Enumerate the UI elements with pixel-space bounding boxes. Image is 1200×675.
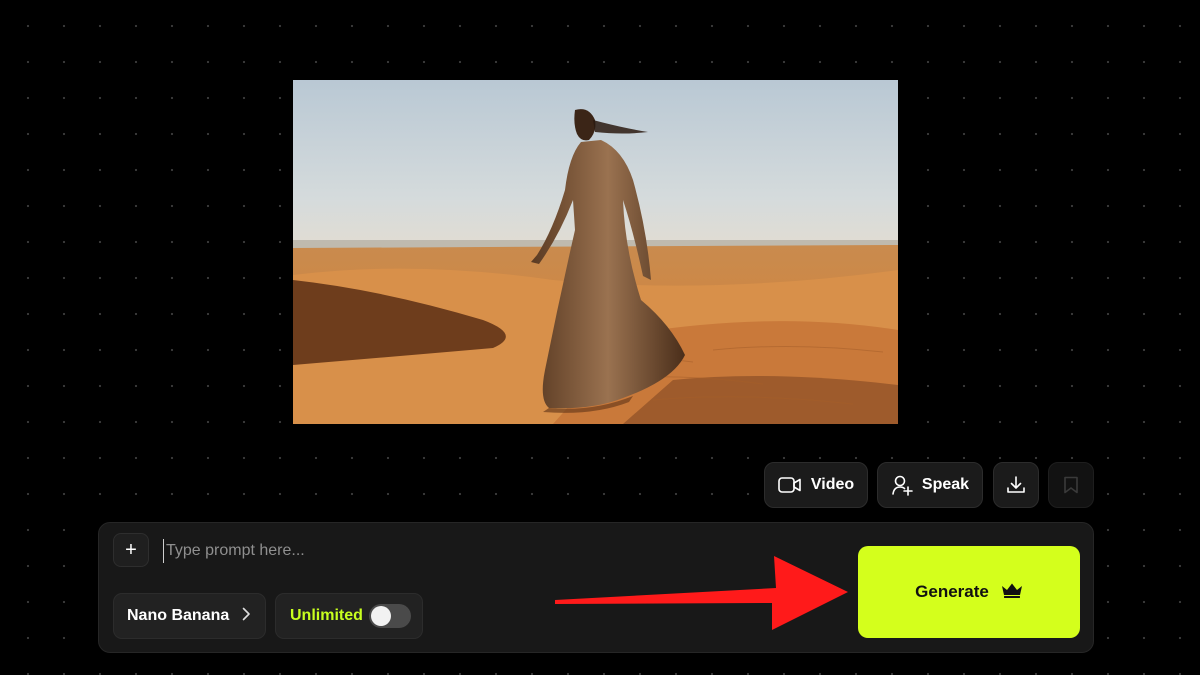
prompt-panel: + Nano Banana Unlimited Generate: [98, 522, 1094, 653]
chevron-right-icon: [241, 607, 251, 626]
user-sparkle-icon: [891, 474, 913, 496]
add-attachment-button[interactable]: +: [113, 533, 149, 567]
bookmark-button[interactable]: [1048, 462, 1094, 508]
download-icon: [1006, 475, 1026, 495]
model-selector-label: Nano Banana: [127, 607, 230, 624]
bookmark-icon: [1063, 476, 1079, 494]
download-button[interactable]: [993, 462, 1039, 508]
unlimited-toggle-chip[interactable]: Unlimited: [275, 593, 423, 639]
video-button[interactable]: Video: [764, 462, 868, 508]
plus-icon: +: [125, 539, 137, 561]
toggle-knob: [370, 606, 391, 626]
crown-icon: [1001, 582, 1023, 603]
desert-photo: [293, 80, 898, 424]
generated-image[interactable]: [293, 80, 898, 424]
speak-button[interactable]: Speak: [877, 462, 983, 508]
speak-button-label: Speak: [921, 476, 970, 493]
video-camera-icon: [778, 476, 802, 494]
model-selector[interactable]: Nano Banana: [113, 593, 266, 639]
unlimited-toggle[interactable]: [368, 604, 411, 628]
unlimited-label: Unlimited: [290, 607, 363, 624]
generate-button[interactable]: Generate: [858, 546, 1080, 638]
video-button-label: Video: [810, 476, 855, 493]
generate-button-label: Generate: [915, 582, 989, 601]
prompt-input[interactable]: [163, 539, 823, 563]
